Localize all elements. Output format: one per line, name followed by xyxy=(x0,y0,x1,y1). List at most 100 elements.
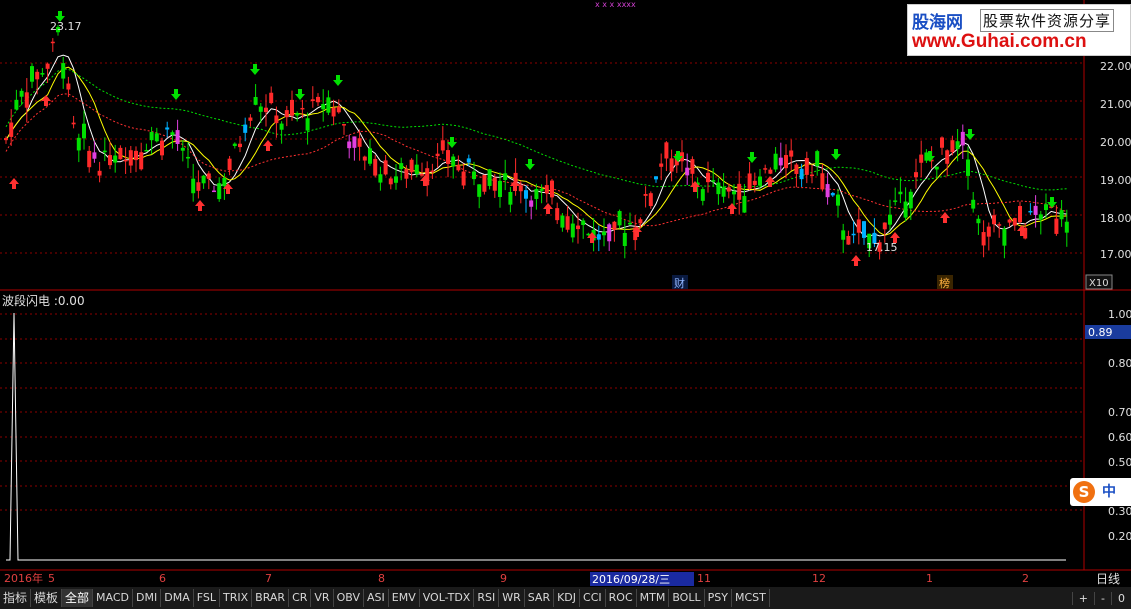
candle-body xyxy=(487,169,492,186)
candle-body xyxy=(1064,221,1069,233)
tab-asi[interactable]: ASI xyxy=(364,589,389,607)
tab-cr[interactable]: CR xyxy=(289,589,312,607)
tab-obv[interactable]: OBV xyxy=(334,589,364,607)
candle-body xyxy=(134,150,138,161)
candle-body xyxy=(295,113,300,116)
reset-button[interactable]: 0 xyxy=(1111,591,1131,605)
time-label: 8 xyxy=(378,572,385,585)
candle-body xyxy=(1002,228,1007,246)
buy-arrow-icon xyxy=(765,176,775,187)
tab-roc[interactable]: ROC xyxy=(606,589,637,607)
candle-body xyxy=(35,71,40,80)
tab-brar[interactable]: BRAR xyxy=(252,589,290,607)
low-price-label: 17.15 xyxy=(866,241,898,254)
candle-body xyxy=(243,124,248,133)
candle-body xyxy=(144,149,149,152)
tab-indicator[interactable]: 指标 xyxy=(0,589,32,607)
tab-template[interactable]: 模板 xyxy=(31,589,63,607)
period-label[interactable]: 日线 xyxy=(1096,572,1120,586)
candle-body xyxy=(841,230,846,240)
candlesticks[interactable] xyxy=(4,24,1069,260)
ma-line xyxy=(5,68,1067,191)
tab-fsl[interactable]: FSL xyxy=(194,589,220,607)
candle-body xyxy=(123,159,128,162)
candle-body xyxy=(264,107,268,113)
tab-all[interactable]: 全部 xyxy=(62,589,94,607)
tab-trix[interactable]: TRIX xyxy=(220,589,253,607)
tab-rsi[interactable]: RSI xyxy=(474,589,500,607)
candle-body xyxy=(893,200,898,202)
candle-body xyxy=(118,147,123,160)
candle-body xyxy=(9,122,14,137)
candle-body xyxy=(1033,205,1038,215)
candle-body xyxy=(19,90,24,97)
candle-body xyxy=(388,178,393,185)
candle-body xyxy=(201,175,206,184)
tab-mtm[interactable]: MTM xyxy=(637,589,670,607)
candle-body xyxy=(180,147,185,151)
tab-wr[interactable]: WR xyxy=(499,589,525,607)
candle-body xyxy=(555,208,560,221)
candle-body xyxy=(456,165,461,171)
tab-cci[interactable]: CCI xyxy=(580,589,606,607)
tab-psy[interactable]: PSY xyxy=(705,589,732,607)
candle-body xyxy=(747,173,752,189)
candle-body xyxy=(888,214,892,225)
zoom-out-button[interactable]: - xyxy=(1094,591,1111,605)
tab-sar[interactable]: SAR xyxy=(525,589,555,607)
event-marker-label: 财 xyxy=(674,276,685,290)
candle-body xyxy=(1018,206,1022,223)
candle-body xyxy=(492,177,497,191)
candle-body xyxy=(856,219,861,233)
buy-arrow-icon xyxy=(195,200,205,211)
time-label: 2016年 xyxy=(4,571,43,585)
candle-body xyxy=(544,185,549,194)
candle-body xyxy=(238,143,242,148)
candle-body xyxy=(139,152,144,170)
candle-body xyxy=(1044,204,1048,211)
candle-body xyxy=(711,180,716,182)
candle-body xyxy=(706,172,710,183)
candle-body xyxy=(102,150,107,153)
tab-emv[interactable]: EMV xyxy=(389,589,420,607)
tab-mcst[interactable]: MCST xyxy=(732,589,770,607)
candle-body xyxy=(477,184,482,197)
candle-body xyxy=(773,153,778,170)
candle-body xyxy=(1007,219,1012,223)
zoom-in-button[interactable]: + xyxy=(1071,591,1094,605)
candle-body xyxy=(446,150,450,164)
candle-body xyxy=(435,153,440,157)
buy-arrow-icon xyxy=(543,203,553,214)
stock-chart[interactable]: x x x xxxx 23.17 17.15 22.00 21.00 20.00… xyxy=(0,0,1131,609)
sogou-icon[interactable]: S xyxy=(1073,481,1095,503)
ime-toolbar[interactable]: S 中 xyxy=(1070,478,1131,506)
high-price-label: 23.17 xyxy=(50,20,82,33)
candle-body xyxy=(992,215,996,225)
ime-mode-label[interactable]: 中 xyxy=(1102,481,1116,501)
candle-body xyxy=(466,158,471,163)
y-label: 0.60 xyxy=(1108,431,1131,444)
candle-body xyxy=(846,235,851,245)
time-label: 1 xyxy=(926,572,933,585)
tab-macd[interactable]: MACD xyxy=(93,589,134,607)
candle-body xyxy=(768,169,773,174)
candle-body xyxy=(40,73,45,75)
buy-arrow-icon xyxy=(9,178,19,189)
candle-body xyxy=(685,167,690,176)
tab-dmi[interactable]: DMI xyxy=(133,589,162,607)
candle-body xyxy=(602,231,606,236)
candle-body xyxy=(383,160,388,175)
indicator-grid xyxy=(0,313,1084,511)
sell-arrow-icon xyxy=(525,159,535,170)
candle-body xyxy=(378,174,383,183)
candle-body xyxy=(472,171,476,180)
tab-boll[interactable]: BOLL xyxy=(669,589,705,607)
tab-kdj[interactable]: KDJ xyxy=(554,589,581,607)
tab-vol-tdx[interactable]: VOL-TDX xyxy=(420,589,475,607)
candle-body xyxy=(253,97,258,105)
tab-dma[interactable]: DMA xyxy=(161,589,194,607)
candle-body xyxy=(622,232,627,246)
candle-body xyxy=(305,118,310,131)
tab-vr[interactable]: VR xyxy=(311,589,334,607)
sell-arrow-icon xyxy=(171,89,181,100)
